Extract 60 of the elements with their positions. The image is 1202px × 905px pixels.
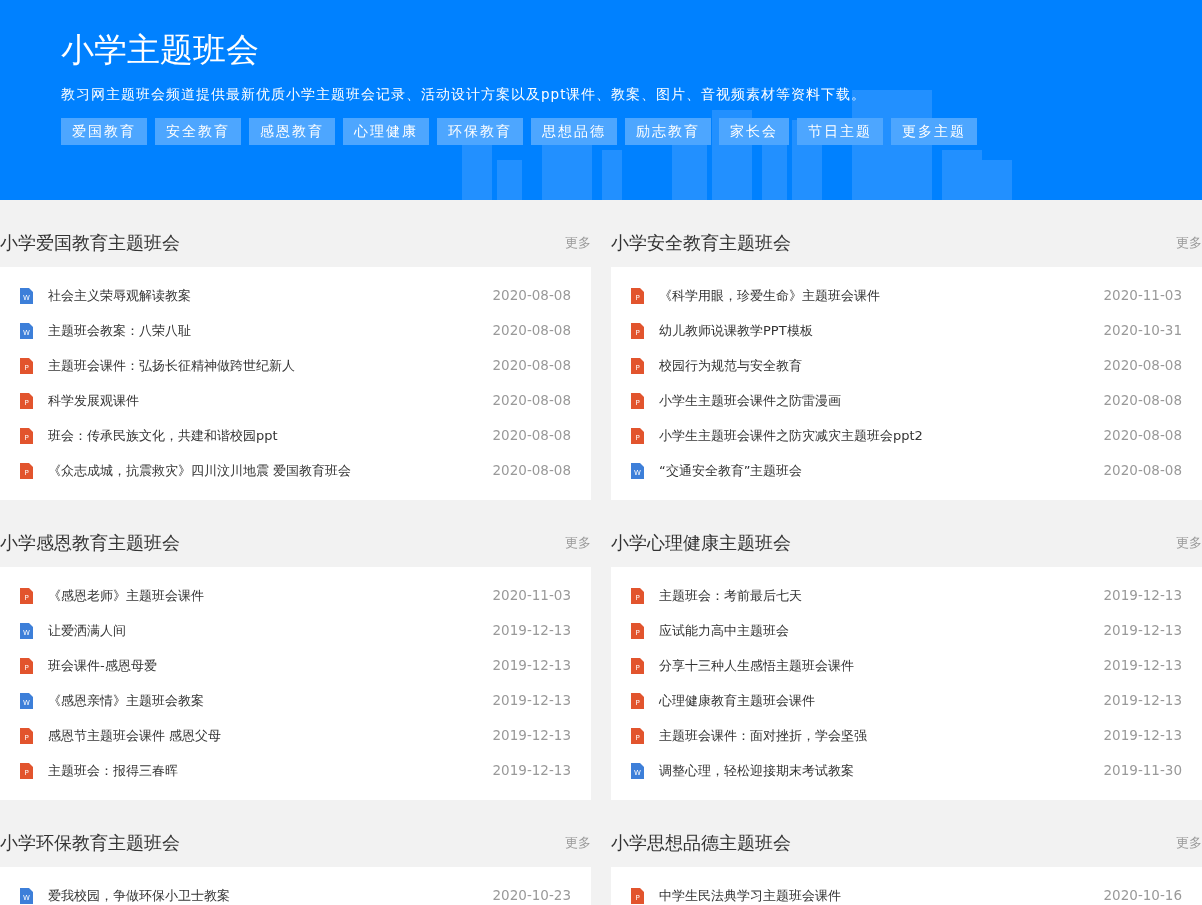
page-title: 小学主题班会 <box>61 30 260 70</box>
section-title: 小学思想品德主题班会 <box>611 831 791 855</box>
item-link[interactable]: 分享十三种人生感悟主题班会课件 <box>659 655 1104 676</box>
section-title: 小学爱国教育主题班会 <box>0 231 180 255</box>
item-date: 2020-10-16 <box>1103 886 1182 905</box>
item-date: 2019-12-13 <box>492 726 571 746</box>
section-title: 小学环保教育主题班会 <box>0 831 180 855</box>
item-link[interactable]: 让爱洒满人间 <box>48 620 493 641</box>
item-date: 2020-08-08 <box>1103 461 1182 481</box>
item-date: 2019-11-30 <box>1103 761 1182 781</box>
item-date: 2020-08-08 <box>492 391 571 411</box>
item-link[interactable]: 主题班会：考前最后七天 <box>659 585 1104 606</box>
item-date: 2020-08-08 <box>492 461 571 481</box>
item-link[interactable]: 主题班会课件：弘扬长征精神做跨世纪新人 <box>48 355 493 376</box>
section-title: 小学感恩教育主题班会 <box>0 531 180 555</box>
item-date: 2020-08-08 <box>1103 426 1182 446</box>
page-description: 教习网主题班会频道提供最新优质小学主题班会记录、活动设计方案以及ppt课件、教案、图片、音视频素材等资料下载。 <box>61 84 868 104</box>
item-link[interactable]: 社会主义荣辱观解读教案 <box>48 285 493 306</box>
item-date: 2019-12-13 <box>492 691 571 711</box>
item-date: 2020-08-08 <box>492 426 571 446</box>
item-link[interactable]: 中学生民法典学习主题班会课件 <box>659 885 1104 905</box>
item-date: 2019-12-13 <box>492 656 571 676</box>
item-date: 2019-12-13 <box>1103 586 1182 606</box>
item-link[interactable]: 爱我校园，争做环保小卫士教案 <box>48 885 493 905</box>
item-link[interactable]: 《科学用眼，珍爱生命》主题班会课件 <box>659 285 1104 306</box>
item-link[interactable]: 班会课件-感恩母爱 <box>48 655 493 676</box>
item-date: 2019-12-13 <box>1103 656 1182 676</box>
item-link[interactable]: 《感恩老师》主题班会课件 <box>48 585 493 606</box>
item-date: 2020-08-08 <box>1103 356 1182 376</box>
item-link[interactable]: 感恩节主题班会课件 感恩父母 <box>48 725 493 746</box>
item-date: 2020-11-03 <box>492 586 571 606</box>
item-date: 2019-12-13 <box>1103 621 1182 641</box>
section-title: 小学安全教育主题班会 <box>611 231 791 255</box>
item-date: 2019-12-13 <box>492 621 571 641</box>
item-date: 2020-08-08 <box>1103 391 1182 411</box>
item-link[interactable]: 主题班会教案：八荣八耻 <box>48 320 493 341</box>
item-link[interactable]: 《感恩亲情》主题班会教案 <box>48 690 493 711</box>
item-link[interactable]: 主题班会课件：面对挫折，学会坚强 <box>659 725 1104 746</box>
item-link[interactable]: 主题班会：报得三春晖 <box>48 760 493 781</box>
item-date: 2020-08-08 <box>492 321 571 341</box>
item-link[interactable]: 校园行为规范与安全教育 <box>659 355 1104 376</box>
item-link[interactable]: 应试能力高中主题班会 <box>659 620 1104 641</box>
item-date: 2020-08-08 <box>492 356 571 376</box>
item-date: 2019-12-13 <box>492 761 571 781</box>
item-link[interactable]: 调整心理，轻松迎接期末考试教案 <box>659 760 1104 781</box>
item-date: 2020-08-08 <box>492 286 571 306</box>
item-link[interactable]: 班会：传承民族文化，共建和谐校园ppt <box>48 425 493 446</box>
item-link[interactable]: 科学发展观课件 <box>48 390 493 411</box>
section-title: 小学心理健康主题班会 <box>611 531 791 555</box>
item-link[interactable]: “交通安全教育”主题班会 <box>659 460 1104 481</box>
item-link[interactable]: 小学生主题班会课件之防灾减灾主题班会ppt2 <box>659 425 1104 446</box>
item-date: 2020-11-03 <box>1103 286 1182 306</box>
item-link[interactable]: 幼儿教师说课教学PPT模板 <box>659 320 1104 341</box>
item-date: 2019-12-13 <box>1103 691 1182 711</box>
item-link[interactable]: 《众志成城，抗震救灾》四川汶川地震 爱国教育班会 <box>48 460 493 481</box>
item-link[interactable]: 心理健康教育主题班会课件 <box>659 690 1104 711</box>
item-link[interactable]: 小学生主题班会课件之防雷漫画 <box>659 390 1104 411</box>
item-date: 2020-10-23 <box>492 886 571 905</box>
item-date: 2019-12-13 <box>1103 726 1182 746</box>
item-date: 2020-10-31 <box>1103 321 1182 341</box>
